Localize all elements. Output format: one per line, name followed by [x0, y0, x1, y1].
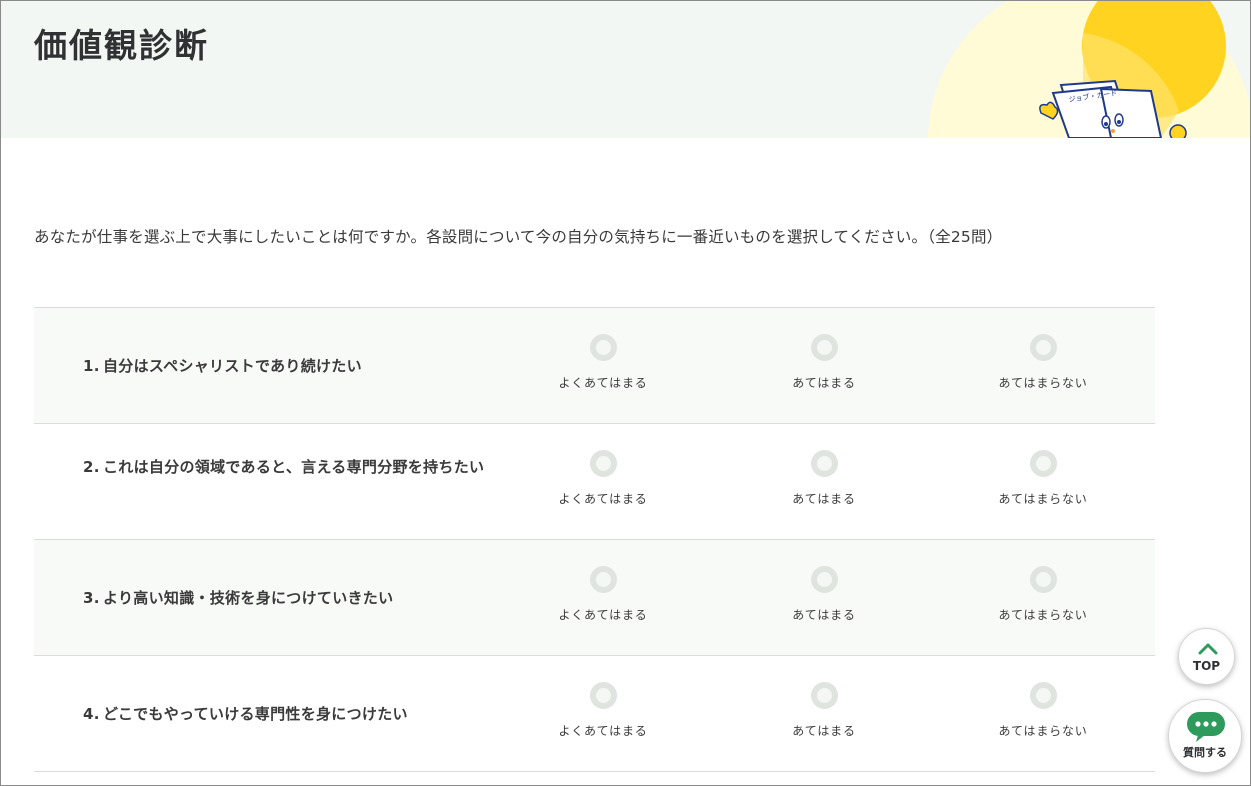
option-agree[interactable]: あてはまる: [754, 334, 894, 391]
radio-button[interactable]: [589, 450, 617, 477]
option-disagree[interactable]: あてはまらない: [973, 450, 1113, 507]
question-number: 3.: [83, 589, 100, 607]
option-label: よくあてはまる: [558, 376, 648, 390]
option-label: あてはまる: [792, 724, 856, 738]
radio-button[interactable]: [1029, 334, 1057, 361]
radio-button[interactable]: [589, 682, 617, 709]
radio-button[interactable]: [810, 334, 838, 361]
chevron-up-icon: [1198, 643, 1218, 655]
question-label: 自分はスペシャリストであり続けたい: [103, 357, 362, 375]
option-label: あてはまらない: [998, 608, 1088, 622]
question-row-4: 4. どこでもやっていける専門性を身につけたい よくあてはまる あてはまる あて…: [34, 656, 1155, 772]
ask-question-button[interactable]: 質問する: [1168, 699, 1242, 773]
option-disagree[interactable]: あてはまらない: [973, 682, 1113, 739]
option-agree[interactable]: あてはまる: [754, 450, 894, 507]
option-agree[interactable]: あてはまる: [754, 682, 894, 739]
intro-text: あなたが仕事を選ぶ上で大事にしたいことは何ですか。各設問について今の自分の気持ち…: [34, 228, 1003, 246]
question-list: 1. 自分はスペシャリストであり続けたい よくあてはまる あてはまる あてはまら…: [34, 307, 1155, 772]
option-agree[interactable]: あてはまる: [754, 566, 894, 623]
option-label: あてはまる: [792, 608, 856, 622]
radio-button[interactable]: [1029, 682, 1057, 709]
question-text: 1. 自分はスペシャリストであり続けたい: [83, 351, 488, 381]
chat-bubble-icon: [1187, 712, 1225, 742]
option-label: あてはまる: [792, 492, 856, 506]
question-row-3: 3. より高い知識・技術を身につけていきたい よくあてはまる あてはまる あては…: [34, 540, 1155, 656]
question-label: より高い知識・技術を身につけていきたい: [103, 589, 394, 607]
option-label: よくあてはまる: [558, 492, 648, 506]
option-strongly-agree[interactable]: よくあてはまる: [533, 450, 673, 507]
radio-button[interactable]: [810, 450, 838, 477]
option-strongly-agree[interactable]: よくあてはまる: [533, 334, 673, 391]
option-strongly-agree[interactable]: よくあてはまる: [533, 566, 673, 623]
question-text: 3. より高い知識・技術を身につけていきたい: [83, 583, 488, 613]
radio-button[interactable]: [810, 566, 838, 593]
option-label: あてはまらない: [998, 376, 1088, 390]
radio-button[interactable]: [589, 334, 617, 361]
radio-button[interactable]: [1029, 566, 1057, 593]
option-strongly-agree[interactable]: よくあてはまる: [533, 682, 673, 739]
option-disagree[interactable]: あてはまらない: [973, 566, 1113, 623]
question-text: 4. どこでもやっていける専門性を身につけたい: [83, 699, 488, 729]
radio-button[interactable]: [589, 566, 617, 593]
option-disagree[interactable]: あてはまらない: [973, 334, 1113, 391]
page-title: 価値観診断: [34, 26, 209, 65]
question-number: 4.: [83, 705, 100, 723]
question-label: これは自分の領域であると、言える専門分野を持ちたい: [103, 458, 485, 476]
option-label: あてはまらない: [998, 724, 1088, 738]
option-label: よくあてはまる: [558, 724, 648, 738]
radio-button[interactable]: [810, 682, 838, 709]
option-label: あてはまらない: [998, 492, 1088, 506]
question-row-2: 2. これは自分の領域であると、言える専門分野を持ちたい よくあてはまる あては…: [34, 424, 1155, 540]
scroll-top-button[interactable]: TOP: [1178, 628, 1235, 685]
page-header: ジョブ・カード 価値観診断: [1, 1, 1250, 138]
question-text: 2. これは自分の領域であると、言える専門分野を持ちたい: [83, 452, 488, 482]
ask-question-label: 質問する: [1183, 746, 1227, 759]
option-label: あてはまる: [792, 376, 856, 390]
question-number: 2.: [83, 458, 100, 476]
question-number: 1.: [83, 357, 100, 375]
question-label: どこでもやっていける専門性を身につけたい: [103, 705, 408, 723]
option-label: よくあてはまる: [558, 608, 648, 622]
radio-button[interactable]: [1029, 450, 1057, 477]
question-row-1: 1. 自分はスペシャリストであり続けたい よくあてはまる あてはまる あてはまら…: [34, 308, 1155, 424]
scroll-top-label: TOP: [1192, 659, 1221, 673]
